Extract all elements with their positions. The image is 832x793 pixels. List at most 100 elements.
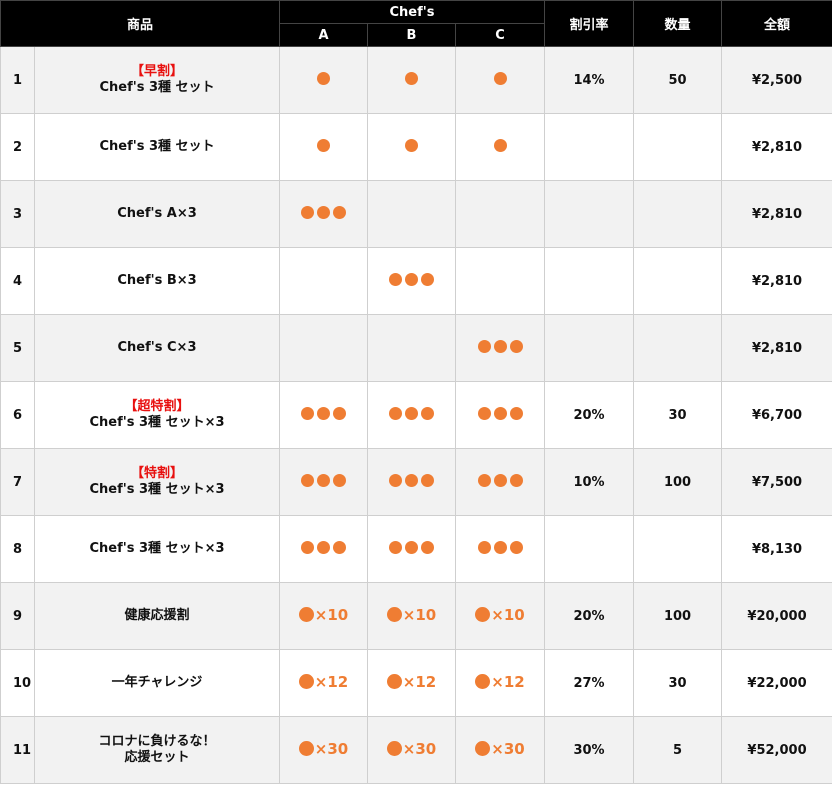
amount-cell: ¥52,000 xyxy=(721,716,832,784)
product-name: Chef's 3種 セット×3 xyxy=(89,541,225,556)
quantity-cell xyxy=(633,515,723,583)
discount-tag: 【特割】 xyxy=(131,466,184,481)
dot-icon xyxy=(333,406,347,420)
multiplier-text: ×30 xyxy=(491,739,525,758)
table-body: 1 【早割】 Chef's 3種 セット 14% 50 ¥2,500 2 Chef's 3種 … xyxy=(0,46,832,784)
dot-icon xyxy=(386,607,402,623)
multiplier-text: ×30 xyxy=(314,739,349,758)
dot-icon xyxy=(298,741,314,757)
dot-icon xyxy=(317,71,331,85)
price-table: 商品 Chef's 割引率 数量 全額 A B C 1 【早割】 Chef's 3種… xyxy=(0,0,832,784)
amount-cell: ¥20,000 xyxy=(721,582,832,650)
chef-c-cell xyxy=(455,247,546,315)
header-discount: 割引率 xyxy=(544,0,635,47)
chef-c-cell xyxy=(455,448,546,516)
chef-a-cell xyxy=(279,314,369,382)
table-row: 7 【特割】 Chef's 3種 セット×3 10% 100 ¥7,500 xyxy=(0,448,832,516)
dot-icon xyxy=(493,138,507,152)
chef-b-cell: ×12 xyxy=(367,649,457,717)
product-name: Chef's 3種 セット×3 xyxy=(89,482,225,497)
quantity-cell: 30 xyxy=(633,649,723,717)
discount-tag: 【早割】 xyxy=(131,64,184,79)
header-chefs: Chef's xyxy=(279,0,546,24)
row-number: 8 xyxy=(0,515,35,583)
table-row: 4 Chef's B×3 ¥2,810 xyxy=(0,247,832,315)
product-name: Chef's 3種 セット xyxy=(99,139,215,154)
chef-c-cell xyxy=(455,180,546,248)
chef-b-cell xyxy=(367,381,457,449)
dot-icon xyxy=(405,138,419,152)
discount-cell: 14% xyxy=(544,46,635,114)
quantity-cell xyxy=(633,314,723,382)
chef-a-cell xyxy=(279,448,369,516)
dot-icon xyxy=(405,540,419,554)
chef-a-cell xyxy=(279,46,369,114)
dot-group xyxy=(477,540,523,554)
dot-icon xyxy=(493,71,507,85)
dot-group xyxy=(389,473,435,487)
row-number: 1 xyxy=(0,46,35,114)
dot-icon xyxy=(386,741,402,757)
multiplier-text: ×12 xyxy=(314,672,349,691)
product-name-line2: 応援セット xyxy=(124,750,190,765)
dot-icon xyxy=(301,473,315,487)
product-name: 一年チャレンジ xyxy=(111,675,203,690)
row-number: 3 xyxy=(0,180,35,248)
dot-icon xyxy=(389,473,403,487)
amount-cell: ¥2,810 xyxy=(721,247,832,315)
header-chef-c: C xyxy=(455,23,546,47)
dot-icon xyxy=(493,540,507,554)
chef-b-cell: ×30 xyxy=(367,716,457,784)
dot-icon xyxy=(475,607,491,623)
discount-cell: 27% xyxy=(544,649,635,717)
dot-group xyxy=(389,406,435,420)
amount-cell: ¥8,130 xyxy=(721,515,832,583)
product-cell: 健康応援割 xyxy=(33,582,281,650)
dot-icon xyxy=(493,339,507,353)
chef-c-cell xyxy=(455,314,546,382)
dot-icon xyxy=(386,674,402,690)
dot-multiplier: ×10 xyxy=(386,606,436,624)
discount-cell xyxy=(544,247,635,315)
dot-icon xyxy=(301,205,315,219)
product-name: コロナに負けるな！ xyxy=(98,734,216,749)
dot-multiplier: ×12 xyxy=(386,673,436,691)
dot-multiplier: ×30 xyxy=(475,739,525,758)
dot-icon xyxy=(317,138,331,152)
row-number: 7 xyxy=(0,448,35,516)
dot-icon xyxy=(317,473,331,487)
dot-icon xyxy=(421,540,435,554)
product-cell: Chef's A×3 xyxy=(33,180,281,248)
dot-icon xyxy=(475,674,491,690)
dot-group xyxy=(493,138,507,152)
dot-multiplier: ×12 xyxy=(298,672,349,691)
dot-icon xyxy=(405,406,419,420)
dot-icon xyxy=(509,406,523,420)
dot-icon xyxy=(405,272,419,286)
dot-multiplier: ×10 xyxy=(475,606,525,624)
dot-icon xyxy=(389,272,403,286)
chef-a-cell: ×10 xyxy=(279,582,369,650)
product-name: 健康応援割 xyxy=(124,608,190,623)
table-row: 6 【超特割】 Chef's 3種 セット×3 20% 30 ¥6,700 xyxy=(0,381,832,449)
dot-icon xyxy=(477,540,491,554)
dot-icon xyxy=(475,741,491,757)
quantity-cell xyxy=(633,113,723,181)
chef-c-cell: ×30 xyxy=(455,716,546,784)
chef-b-cell xyxy=(367,180,457,248)
amount-cell: ¥2,810 xyxy=(721,113,832,181)
dot-group xyxy=(493,71,507,85)
product-cell: Chef's 3種 セット×3 xyxy=(33,515,281,583)
chef-b-cell xyxy=(367,448,457,516)
dot-icon xyxy=(493,473,507,487)
dot-icon xyxy=(509,473,523,487)
dot-group xyxy=(477,406,523,420)
chef-a-cell xyxy=(279,180,369,248)
dot-icon xyxy=(477,406,491,420)
discount-cell xyxy=(544,180,635,248)
dot-group xyxy=(301,406,347,420)
product-cell: 一年チャレンジ xyxy=(33,649,281,717)
dot-group xyxy=(301,540,347,554)
discount-cell xyxy=(544,113,635,181)
chef-a-cell: ×30 xyxy=(279,716,369,784)
